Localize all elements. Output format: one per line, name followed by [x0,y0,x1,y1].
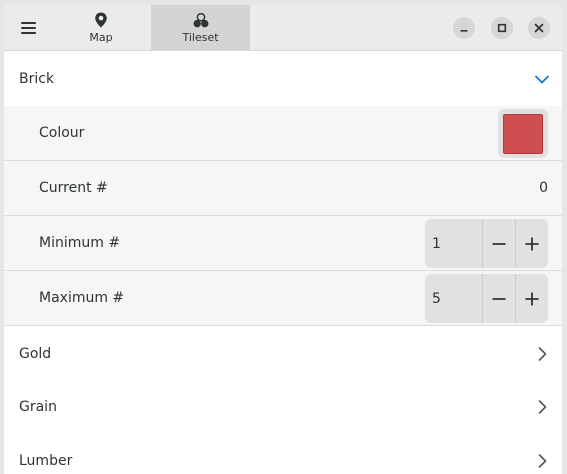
minimum-spinbutton: 1 [425,219,548,268]
hamburger-menu-icon [20,22,36,24]
resource-label: Brick [19,70,55,87]
resource-label: Gold [19,345,52,362]
resource-label: Grain [19,399,57,415]
maximum-increment-button[interactable] [515,274,548,323]
minus-icon [492,297,506,300]
colour-swatch [503,113,543,154]
maximum-label: Maximum # [39,290,125,306]
tab-map-label: Map [89,31,113,44]
resource-row-brick[interactable]: Brick [4,51,562,106]
colour-row: Colour [4,106,562,161]
colour-picker-button[interactable] [498,109,548,158]
maximize-icon [497,23,507,33]
chevron-down-icon[interactable] [534,71,550,87]
maximum-spinbutton: 5 [425,274,548,323]
maximum-decrement-button[interactable] [482,274,515,323]
chevron-right-icon [538,346,547,361]
map-pin-icon [95,12,107,28]
colour-label: Colour [39,125,85,141]
tab-tileset[interactable]: Tileset [151,5,250,51]
maximum-count-row: Maximum # 5 [4,271,562,326]
minus-icon [492,242,506,245]
maximize-button[interactable] [491,17,513,39]
resource-row-gold[interactable]: Gold [4,326,562,381]
minimize-button[interactable] [453,17,475,39]
app-window: Map Tileset Brick Colour Current # 0 Min… [4,5,562,474]
header-bar: Map Tileset [4,5,562,51]
minimum-decrement-button[interactable] [482,219,515,268]
maximum-value-input[interactable]: 5 [425,274,482,323]
close-button[interactable] [528,17,550,39]
resource-list: Brick Colour Current # 0 Minimum # 1 Max… [4,51,562,474]
current-value: 0 [539,180,548,196]
main-menu-button[interactable] [16,16,40,40]
resource-row-grain[interactable]: Grain [4,380,562,434]
resource-label: Lumber [19,453,73,469]
minimum-count-row: Minimum # 1 [4,216,562,271]
chevron-right-icon [538,454,547,468]
tab-tileset-label: Tileset [182,30,219,44]
plus-icon [525,292,539,305]
minimize-icon [460,30,468,32]
minimum-increment-button[interactable] [515,219,548,268]
resource-row-lumber[interactable]: Lumber [4,434,562,474]
plus-icon [525,237,539,250]
tileset-icon [193,12,208,27]
close-icon [534,23,544,33]
tab-map[interactable]: Map [52,5,150,51]
current-count-row: Current # 0 [4,161,562,216]
minimum-label: Minimum # [39,235,121,251]
chevron-right-icon [538,400,547,414]
current-label: Current # [39,180,108,196]
minimum-value-input[interactable]: 1 [425,219,482,268]
